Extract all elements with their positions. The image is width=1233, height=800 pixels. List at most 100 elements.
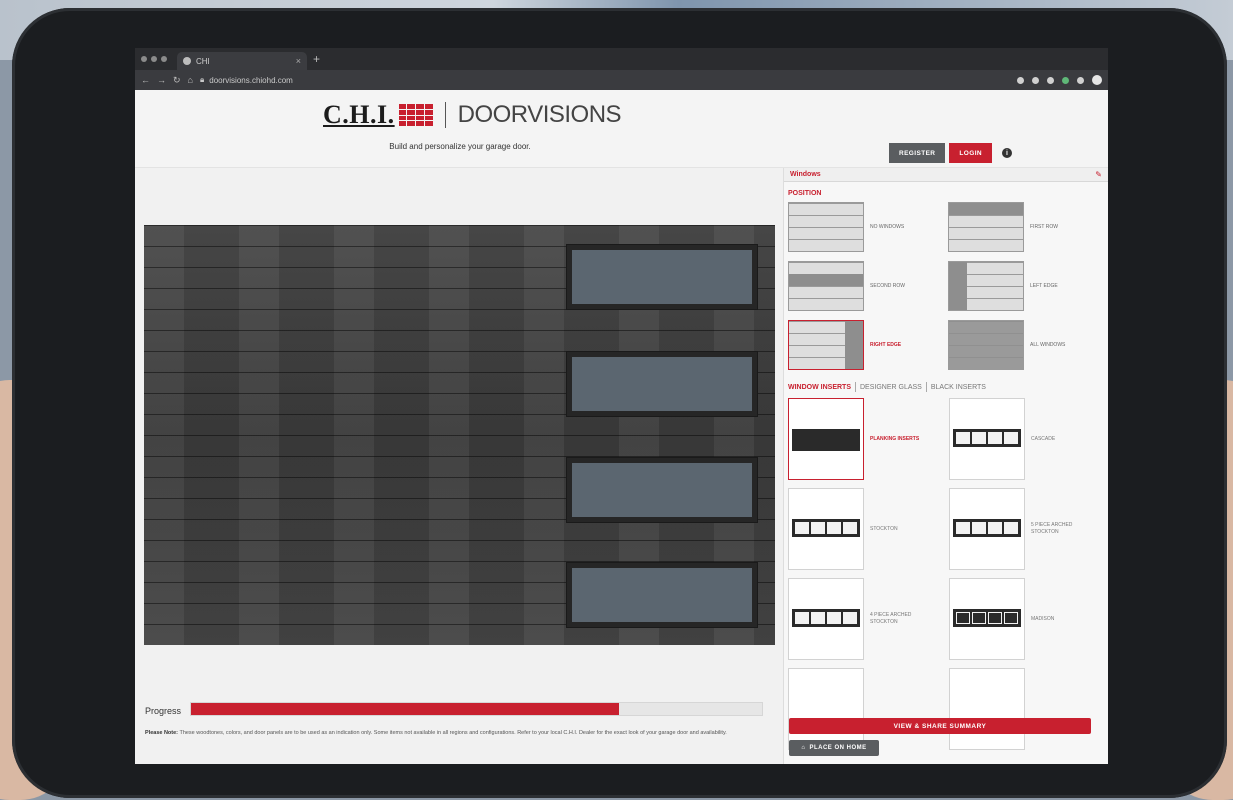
options-panel: Windows ✎ POSITION NO WINDOWS FIRST ROW …: [783, 168, 1108, 764]
tab-designer-glass[interactable]: DESIGNER GLASS: [860, 384, 922, 391]
brick-logo-icon: [398, 104, 433, 126]
forward-icon[interactable]: →: [157, 75, 166, 85]
position-thumbnail: [788, 319, 864, 370]
tab-window-inserts[interactable]: WINDOW INSERTS: [788, 384, 851, 391]
insert-option[interactable]: 5 PIECE ARCHED STOCKTON: [949, 488, 1104, 570]
address-bar: ← → ↻ ⌂ 🔒︎ doorvisions.chiohd.com: [135, 70, 1108, 90]
insert-option[interactable]: CASCADE: [949, 398, 1104, 480]
browser-screen: CHI × + ← → ↻ ⌂ 🔒︎ doorvisions.chiohd.co…: [135, 48, 1108, 764]
position-thumbnail: [948, 319, 1024, 370]
position-thumbnail: [948, 260, 1024, 311]
position-option[interactable]: NO WINDOWS: [788, 201, 944, 252]
progress-fill: [191, 703, 620, 715]
window-controls[interactable]: [141, 56, 167, 62]
position-label: ALL WINDOWS: [1030, 341, 1066, 348]
insert-thumbnail: [949, 398, 1025, 480]
site-header: C.H.I. DOORVISIONS Build and personalize…: [135, 90, 1108, 168]
garage-door-preview: [144, 225, 775, 645]
extension-icon[interactable]: [1047, 76, 1054, 84]
tab-separator: [925, 382, 927, 392]
position-thumbnail: [788, 260, 864, 311]
panel-title: Windows: [790, 171, 821, 178]
view-share-summary-button[interactable]: VIEW & SHARE SUMMARY: [789, 718, 1091, 734]
register-button[interactable]: REGISTER: [888, 143, 946, 163]
insert-label: STOCKTON: [870, 525, 898, 532]
door-window: [567, 563, 757, 627]
position-label: RIGHT EDGE: [870, 341, 902, 348]
logo-divider: [444, 102, 446, 128]
lock-icon: 🔒︎: [199, 75, 205, 84]
insert-thumbnail: [949, 488, 1025, 570]
insert-label: PLANKING INSERTS: [870, 435, 920, 442]
place-on-home-button[interactable]: ⌂ PLACE ON HOME: [789, 740, 879, 756]
position-option[interactable]: ALL WINDOWS: [948, 319, 1104, 370]
brand-mark: C.H.I.: [323, 100, 395, 129]
insert-thumbnail: [788, 398, 864, 480]
pencil-icon[interactable]: ✎: [1095, 170, 1102, 179]
position-option[interactable]: RIGHT EDGE: [788, 319, 944, 370]
back-icon[interactable]: ←: [141, 75, 150, 85]
info-icon[interactable]: i: [1002, 148, 1012, 158]
disclaimer-note: Please Note: These woodtones, colors, an…: [145, 728, 763, 739]
product-name: DOORVISIONS: [457, 101, 622, 128]
favicon-icon: [183, 57, 191, 65]
position-option[interactable]: SECOND ROW: [788, 260, 944, 311]
insert-label: 5 PIECE ARCHED STOCKTON: [1031, 522, 1073, 535]
position-option[interactable]: FIRST ROW: [948, 201, 1104, 252]
url-text: doorvisions.chiohd.com: [209, 75, 293, 85]
panel-header[interactable]: Windows ✎: [784, 168, 1108, 182]
puzzle-icon[interactable]: [1077, 76, 1084, 84]
insert-option[interactable]: 4 PIECE ARCHED STOCKTON: [788, 578, 943, 660]
door-preview-stage: Progress Please Note: These woodtones, c…: [135, 168, 783, 764]
house-icon: ⌂: [801, 745, 806, 751]
place-on-home-label: PLACE ON HOME: [809, 745, 867, 751]
position-thumbnail: [948, 201, 1024, 252]
position-label: SECOND ROW: [870, 282, 905, 289]
insert-thumbnail: [949, 668, 1025, 750]
progress-label: Progress: [145, 706, 182, 716]
progress-bar: [190, 702, 763, 716]
insert-thumbnail: [788, 668, 864, 750]
insert-option[interactable]: [949, 668, 1104, 750]
position-thumbnail: [788, 201, 864, 252]
tab-title: CHI: [196, 56, 210, 66]
insert-option[interactable]: STOCKTON: [788, 488, 943, 570]
note-text: These woodtones, colors, and door panels…: [179, 730, 727, 736]
door-window: [567, 352, 757, 416]
position-label: FIRST ROW: [1030, 223, 1058, 230]
login-button[interactable]: LOGIN: [949, 143, 992, 163]
tab-separator: [855, 382, 856, 392]
insert-option[interactable]: MADISON: [949, 578, 1104, 660]
insert-label: 4 PIECE ARCHED STOCKTON: [870, 612, 912, 625]
tagline: Build and personalize your garage door.: [389, 142, 531, 151]
reload-icon[interactable]: ↻: [173, 75, 181, 86]
insert-label: CASCADE: [1031, 435, 1056, 442]
bookmark-star-icon[interactable]: [1017, 76, 1024, 84]
browser-tabbar: CHI × +: [135, 48, 1108, 70]
tab-black-inserts[interactable]: BLACK INSERTS: [931, 384, 986, 391]
insert-option[interactable]: [788, 668, 943, 750]
close-icon[interactable]: ×: [296, 56, 301, 66]
extension-icon[interactable]: [1032, 76, 1039, 84]
extensions-bar: [1017, 75, 1102, 85]
position-options: NO WINDOWS FIRST ROW SECOND ROW LEFT EDG…: [784, 201, 1108, 370]
header-actions: REGISTER LOGIN i: [888, 143, 1012, 163]
new-tab-icon[interactable]: +: [313, 52, 320, 66]
position-title: POSITION: [788, 190, 822, 197]
position-label: NO WINDOWS: [870, 223, 905, 230]
url-field[interactable]: 🔒︎ doorvisions.chiohd.com: [200, 75, 1010, 85]
profile-avatar[interactable]: [1092, 75, 1102, 85]
chi-logo[interactable]: C.H.I. DOORVISIONS: [323, 100, 622, 130]
insert-thumbnail: [949, 578, 1025, 660]
insert-thumbnail: [788, 578, 864, 660]
note-prefix: Please Note:: [145, 730, 179, 736]
insert-options: PLANKING INSERTS CASCADE STOCKTON 5 PIEC…: [784, 398, 1108, 750]
browser-tab[interactable]: CHI ×: [177, 52, 307, 70]
position-label: LEFT EDGE: [1030, 282, 1058, 289]
extension-icon[interactable]: [1062, 76, 1069, 84]
position-option[interactable]: LEFT EDGE: [948, 260, 1104, 311]
home-icon[interactable]: ⌂: [188, 75, 193, 85]
insert-thumbnail: [788, 488, 864, 570]
insert-option[interactable]: PLANKING INSERTS: [788, 398, 943, 480]
insert-label: MADISON: [1031, 615, 1055, 622]
